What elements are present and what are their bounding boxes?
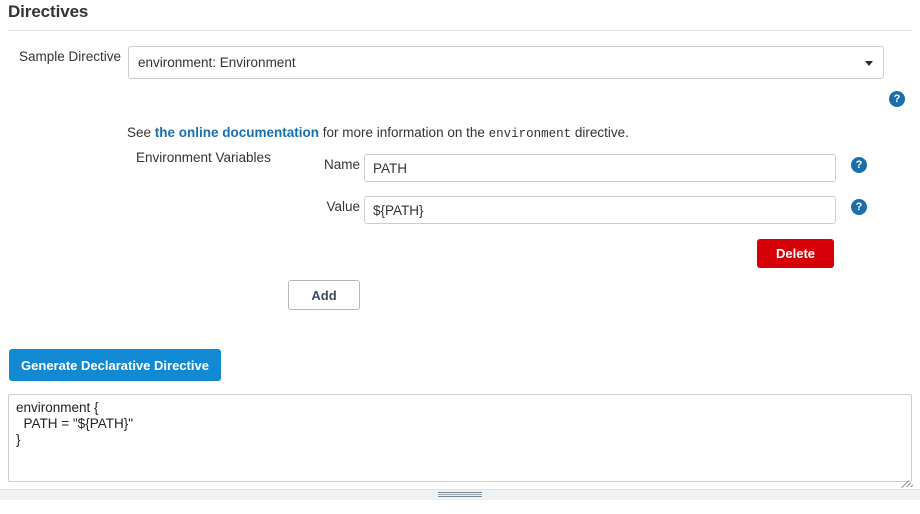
online-documentation-link[interactable]: the online documentation xyxy=(155,125,319,140)
sample-directive-select[interactable]: environment: Environment xyxy=(128,46,884,79)
add-button[interactable]: Add xyxy=(288,280,360,310)
documentation-line: See the online documentation for more in… xyxy=(127,125,629,141)
chevron-down-icon xyxy=(865,60,873,66)
help-circle-icon-directive[interactable]: ? xyxy=(889,91,905,107)
generated-directive-output[interactable] xyxy=(8,394,912,482)
below-splitter-area xyxy=(0,500,920,514)
doc-suffix-text: directive. xyxy=(571,125,629,140)
name-field-label: Name xyxy=(323,157,360,172)
value-input[interactable] xyxy=(364,196,836,224)
generate-declarative-directive-button[interactable]: Generate Declarative Directive xyxy=(9,349,221,381)
page-title: Directives xyxy=(8,2,89,21)
title-divider xyxy=(8,30,912,31)
doc-prefix-text: See xyxy=(127,125,155,140)
delete-button[interactable]: Delete xyxy=(757,239,834,268)
name-input[interactable] xyxy=(364,154,836,182)
help-circle-icon-name[interactable]: ? xyxy=(851,157,867,173)
directive-name-code: environment xyxy=(488,127,572,141)
drag-handle-icon xyxy=(438,492,482,498)
value-field-label: Value xyxy=(326,199,360,214)
doc-middle-text: for more information on the xyxy=(319,125,489,140)
sample-directive-label: Sample Directive xyxy=(18,49,121,64)
sample-directive-selected-value: environment: Environment xyxy=(138,55,296,70)
help-circle-icon-value[interactable]: ? xyxy=(851,199,867,215)
environment-variables-label: Environment Variables xyxy=(136,150,271,165)
